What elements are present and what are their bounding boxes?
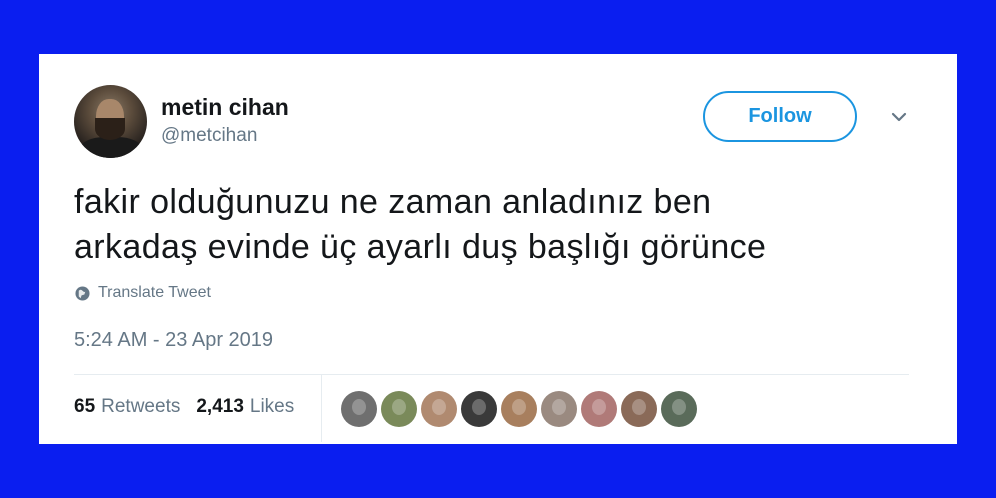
- liker-avatar[interactable]: [461, 391, 497, 427]
- tweet-line: arkadaş evinde üç ayarlı duş başlığı gör…: [74, 228, 767, 266]
- user-handle[interactable]: @metcihan: [161, 125, 257, 147]
- translate-label: Translate Tweet: [98, 284, 211, 301]
- retweets-label[interactable]: Retweets: [101, 396, 180, 418]
- liker-avatar[interactable]: [381, 391, 417, 427]
- liker-avatar[interactable]: [621, 391, 657, 427]
- divider: [74, 374, 909, 375]
- tweet-line: fakir olduğunuzu ne zaman anladınız ben: [74, 183, 712, 221]
- liker-avatar[interactable]: [541, 391, 577, 427]
- tweet-text: fakir olduğunuzu ne zaman anladınız ben …: [74, 180, 914, 270]
- chevron-down-icon[interactable]: [890, 110, 908, 124]
- liker-avatar[interactable]: [421, 391, 457, 427]
- translate-tweet-link[interactable]: Translate Tweet: [75, 284, 211, 302]
- liker-avatar[interactable]: [581, 391, 617, 427]
- stats-divider: [321, 374, 322, 442]
- retweets-count[interactable]: 65: [74, 396, 95, 418]
- avatar[interactable]: [74, 85, 147, 158]
- likes-count[interactable]: 2,413: [196, 396, 244, 418]
- liker-avatars: [341, 391, 701, 427]
- tweet-stats: 65 Retweets 2,413 Likes: [74, 396, 294, 418]
- display-name[interactable]: metin cihan: [161, 94, 289, 121]
- liker-avatar[interactable]: [501, 391, 537, 427]
- avatar-beard: [95, 118, 125, 140]
- globe-icon: [75, 285, 90, 301]
- tweet-timestamp[interactable]: 5:24 AM - 23 Apr 2019: [74, 329, 273, 352]
- avatar-body: [80, 137, 142, 158]
- likes-label[interactable]: Likes: [250, 396, 294, 418]
- follow-button[interactable]: Follow: [703, 91, 857, 142]
- tweet-card: metin cihan @metcihan Follow fakir olduğ…: [39, 54, 957, 444]
- liker-avatar[interactable]: [661, 391, 697, 427]
- liker-avatar[interactable]: [341, 391, 377, 427]
